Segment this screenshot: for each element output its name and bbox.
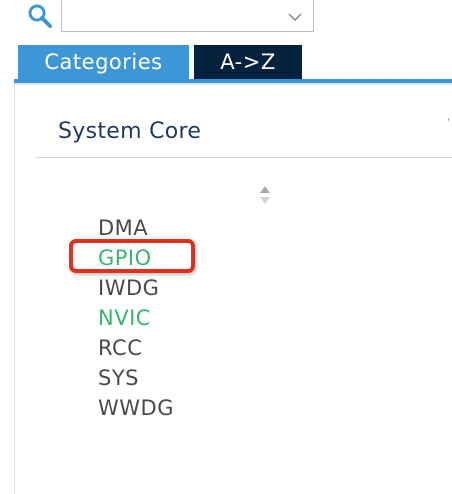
tab-divider (14, 83, 452, 85)
list-item-gpio[interactable]: GPIO (98, 243, 174, 273)
search-field[interactable] (61, 0, 314, 32)
tab-categories[interactable]: Categories (18, 45, 189, 79)
list-item-iwdg[interactable]: IWDG (98, 273, 174, 303)
search-input[interactable] (68, 0, 282, 31)
scroll-marker: ' (447, 117, 450, 128)
list-item-nvic[interactable]: NVIC (98, 303, 174, 333)
chevron-down-icon[interactable] (287, 8, 303, 22)
tab-bar: Categories A->Z (14, 45, 452, 85)
list-item-wwdg[interactable]: WWDG (98, 393, 174, 423)
peripheral-list: DMA GPIO IWDG NVIC RCC SYS WWDG (98, 213, 174, 423)
tab-a-to-z[interactable]: A->Z (194, 45, 302, 79)
search-icon[interactable] (27, 3, 53, 29)
pinout-panel: Categories A->Z System Core ' DMA GPIO I… (0, 0, 452, 494)
category-title[interactable]: System Core (58, 119, 201, 144)
category-divider (36, 157, 452, 158)
list-item-sys[interactable]: SYS (98, 363, 174, 393)
sort-icon[interactable] (258, 184, 272, 206)
list-item-rcc[interactable]: RCC (98, 333, 174, 363)
list-item-dma[interactable]: DMA (98, 213, 174, 243)
panel-left-border (14, 83, 15, 494)
